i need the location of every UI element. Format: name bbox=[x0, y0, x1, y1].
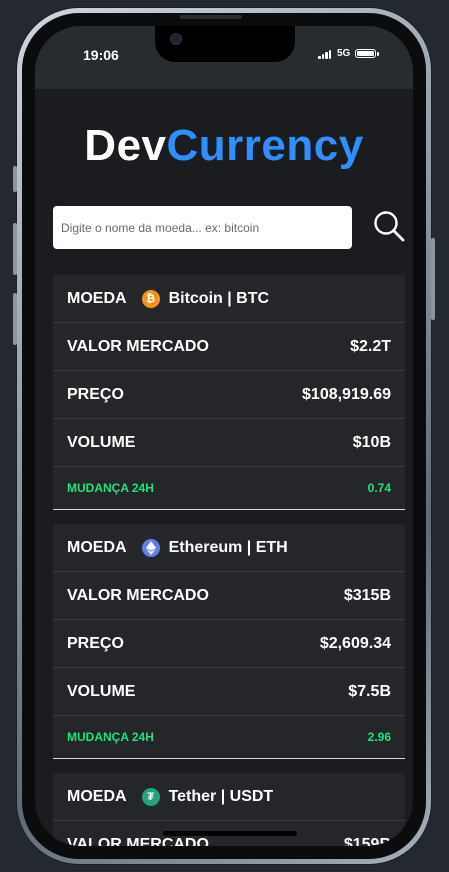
market-cap-row: VALOR MERCADO $2.2T bbox=[53, 323, 405, 371]
change-value: 0.74 bbox=[367, 481, 391, 495]
price-row: PREÇO $2,609.34 bbox=[53, 620, 405, 668]
coin-card[interactable]: MOEDA ₿ Bitcoin | BTC VALOR MERCADO $2.2… bbox=[53, 275, 405, 510]
coin-name: Bitcoin | BTC bbox=[168, 289, 270, 307]
network-label: 5G bbox=[337, 48, 351, 59]
battery-icon bbox=[355, 49, 376, 58]
tether-icon: ₮ bbox=[141, 787, 160, 806]
ethereum-icon bbox=[141, 538, 160, 557]
market-cap-value: $159B bbox=[343, 835, 391, 847]
price-label: PREÇO bbox=[67, 634, 124, 652]
coin-row: MOEDA Ethereum | ETH bbox=[53, 524, 405, 572]
volume-value: $10B bbox=[352, 433, 391, 451]
logo-part-currency: Currency bbox=[166, 121, 364, 170]
dynamic-island bbox=[155, 26, 295, 62]
phone-frame: 19:06 5G DevCurrency Digite o nome da mo… bbox=[13, 8, 435, 864]
battery-tip bbox=[377, 52, 379, 56]
change-value: 2.96 bbox=[367, 730, 391, 744]
market-cap-label: VALOR MERCADO bbox=[67, 586, 209, 604]
search-input[interactable] bbox=[53, 206, 352, 249]
price-label: PREÇO bbox=[67, 385, 124, 403]
status-bar: 19:06 5G bbox=[35, 26, 413, 89]
coin-card[interactable]: MOEDA Ethereum | ETH VALOR MERCADO $315B… bbox=[53, 524, 405, 759]
market-cap-label: VALOR MERCADO bbox=[67, 835, 209, 847]
price-value: $108,919.69 bbox=[302, 385, 391, 403]
power-button bbox=[431, 238, 435, 320]
coin-label: MOEDA bbox=[67, 289, 127, 307]
status-time: 19:06 bbox=[83, 47, 119, 63]
price-value: $2,609.34 bbox=[319, 634, 391, 652]
change-row: MUDANÇA 24H 2.96 bbox=[53, 716, 405, 759]
search-button[interactable] bbox=[372, 209, 408, 245]
silent-switch bbox=[13, 166, 17, 192]
bitcoin-icon: ₿ bbox=[141, 289, 160, 308]
signal-icon bbox=[318, 50, 331, 59]
volume-label: VOLUME bbox=[67, 682, 136, 700]
market-cap-value: $315B bbox=[343, 586, 391, 604]
search-icon bbox=[374, 211, 405, 242]
price-row: PREÇO $108,919.69 bbox=[53, 371, 405, 419]
phone-bezel: 19:06 5G DevCurrency Digite o nome da mo… bbox=[22, 13, 426, 859]
volume-value: $7.5B bbox=[348, 682, 391, 700]
volume-row: VOLUME $7.5B bbox=[53, 668, 405, 716]
coin-label: MOEDA bbox=[67, 787, 127, 805]
coin-name: Ethereum | ETH bbox=[168, 538, 288, 556]
coin-list: MOEDA ₿ Bitcoin | BTC VALOR MERCADO $2.2… bbox=[53, 275, 405, 846]
volume-row: VOLUME $10B bbox=[53, 419, 405, 467]
volume-down-button bbox=[13, 293, 17, 345]
coin-label: MOEDA bbox=[67, 538, 127, 556]
volume-up-button bbox=[13, 223, 17, 275]
coin-name: Tether | USDT bbox=[168, 787, 274, 805]
market-cap-row: VALOR MERCADO $315B bbox=[53, 572, 405, 620]
volume-label: VOLUME bbox=[67, 433, 136, 451]
speaker-grille bbox=[180, 15, 242, 19]
change-label: MUDANÇA 24H bbox=[67, 730, 154, 744]
change-label: MUDANÇA 24H bbox=[67, 481, 154, 495]
market-cap-value: $2.2T bbox=[350, 337, 391, 355]
screen: 19:06 5G DevCurrency Digite o nome da mo… bbox=[35, 26, 413, 846]
home-indicator[interactable] bbox=[163, 831, 297, 836]
coin-row: MOEDA ₿ Bitcoin | BTC bbox=[53, 275, 405, 323]
camera-icon bbox=[170, 33, 182, 45]
market-cap-label: VALOR MERCADO bbox=[67, 337, 209, 355]
coin-row: MOEDA ₮ Tether | USDT bbox=[53, 773, 405, 821]
app-logo: DevCurrency bbox=[35, 121, 413, 171]
change-row: MUDANÇA 24H 0.74 bbox=[53, 467, 405, 510]
logo-part-dev: Dev bbox=[84, 121, 167, 170]
